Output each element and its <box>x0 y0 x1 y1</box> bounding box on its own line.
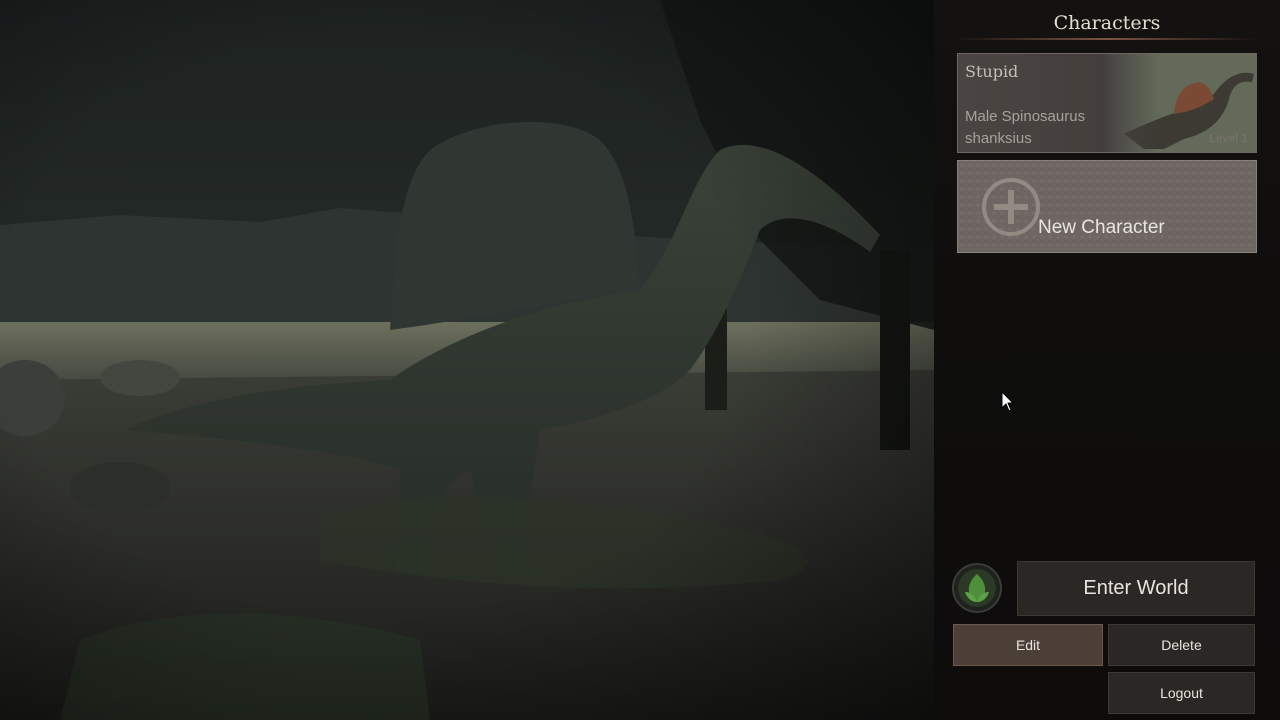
character-level: Level 1 <box>1209 131 1248 145</box>
enter-world-button[interactable]: Enter World <box>1017 561 1255 616</box>
character-card[interactable]: Stupid Male Spinosaurus shanksius Level … <box>957 53 1257 153</box>
title-divider <box>954 38 1260 40</box>
logout-button[interactable]: Logout <box>1108 672 1255 714</box>
character-name: Stupid <box>965 62 1019 81</box>
delete-button[interactable]: Delete <box>1108 624 1255 666</box>
scene-render <box>0 0 934 720</box>
panel-title: Characters <box>1053 12 1161 34</box>
edit-button[interactable]: Edit <box>953 624 1103 666</box>
leaf-emblem-icon[interactable] <box>951 562 1003 614</box>
character-species: Male Spinosaurus shanksius <box>965 108 1086 147</box>
game-scene <box>0 0 934 720</box>
new-character-button[interactable]: New Character <box>957 160 1257 253</box>
plus-circle-icon <box>982 178 1040 236</box>
mouse-cursor-icon <box>1001 391 1015 412</box>
new-character-label: New Character <box>1038 217 1165 238</box>
character-select-panel: Characters Stupid Male Spinosaurus shank… <box>934 0 1280 720</box>
